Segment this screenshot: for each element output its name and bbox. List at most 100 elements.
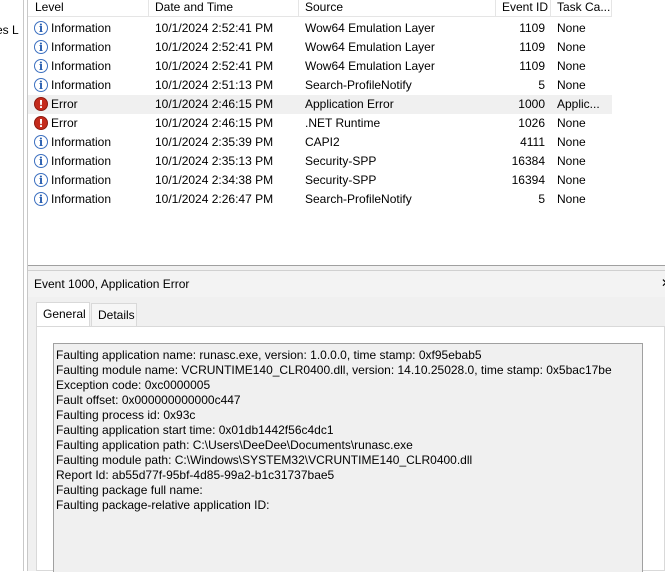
event-id: 1109 — [519, 21, 545, 35]
event-source: .NET Runtime — [305, 116, 381, 130]
event-row[interactable]: i Information 10/1/2024 2:52:41 PM Wow64 Em… — [28, 19, 612, 38]
event-task-category: None — [557, 40, 586, 54]
event-date: 10/1/2024 2:52:41 PM — [155, 21, 274, 35]
column-resize-handle[interactable] — [550, 0, 551, 16]
description-line: Faulting module path: C:\Windows\SYSTEM3… — [56, 453, 473, 467]
general-tab-panel: Faulting application name: runasc.exe, v… — [36, 326, 665, 572]
event-row[interactable]: i Information 10/1/2024 2:51:13 PM Search-P… — [28, 76, 612, 95]
event-source: Search-ProfileNotify — [305, 78, 412, 92]
details-title: Event 1000, Application Error — [34, 277, 190, 291]
column-source[interactable]: Source — [305, 0, 343, 15]
close-icon[interactable]: ✕ — [661, 276, 665, 290]
event-id: 1026 — [518, 116, 545, 130]
event-task-category: None — [557, 78, 586, 92]
event-row[interactable]: ! Error 10/1/2024 2:46:15 PM .NET Runtime 10… — [28, 114, 612, 133]
error-icon: ! — [34, 116, 48, 130]
details-header: Event 1000, Application Error ✕ — [28, 270, 665, 297]
event-task-category: None — [557, 116, 586, 130]
event-level: Information — [51, 154, 112, 168]
info-icon: i — [34, 173, 48, 187]
event-level: Information — [51, 59, 112, 73]
event-row[interactable]: i Information 10/1/2024 2:35:13 PM Security… — [28, 152, 612, 171]
column-event-id[interactable]: Event ID — [502, 0, 548, 15]
event-source: CAPI2 — [305, 135, 340, 149]
info-icon: i — [34, 135, 48, 149]
tab-details[interactable]: Details — [91, 303, 137, 326]
event-date: 10/1/2024 2:34:38 PM — [155, 173, 274, 187]
description-line: Fault offset: 0x000000000000c447 — [56, 393, 241, 407]
event-date: 10/1/2024 2:35:39 PM — [155, 135, 274, 149]
event-id: 16384 — [511, 154, 545, 168]
column-header: Level Date and Time Source Event ID Task… — [28, 0, 612, 17]
event-date: 10/1/2024 2:51:13 PM — [155, 78, 274, 92]
event-date: 10/1/2024 2:35:13 PM — [155, 154, 274, 168]
event-row[interactable]: i Information 10/1/2024 2:52:41 PM Wow64 Em… — [28, 38, 612, 57]
info-icon: i — [34, 59, 48, 73]
event-id: 16394 — [511, 173, 545, 187]
event-level: Information — [51, 40, 112, 54]
event-date: 10/1/2024 2:52:41 PM — [155, 40, 274, 54]
event-task-category: None — [557, 135, 586, 149]
event-row[interactable]: i Information 10/1/2024 2:34:38 PM Security… — [28, 171, 612, 190]
event-row[interactable]: i Information 10/1/2024 2:35:39 PM CAPI2 411… — [28, 133, 612, 152]
description-line: Exception code: 0xc0000005 — [56, 378, 211, 392]
column-task-category[interactable]: Task Ca... — [557, 0, 610, 15]
event-id: 5 — [538, 78, 545, 92]
event-level: Information — [51, 173, 112, 187]
event-level: Information — [51, 192, 112, 206]
event-task-category: None — [557, 173, 586, 187]
column-date[interactable]: Date and Time — [155, 0, 233, 15]
event-source: Security-SPP — [305, 154, 377, 168]
info-icon: i — [34, 154, 48, 168]
event-id: 1109 — [519, 40, 545, 54]
event-description[interactable]: Faulting application name: runasc.exe, v… — [53, 343, 643, 572]
event-id: 1109 — [519, 59, 545, 73]
column-resize-handle[interactable] — [298, 0, 299, 16]
navigation-pane-text[interactable]: es L — [0, 23, 19, 37]
error-icon: ! — [34, 97, 48, 111]
event-details-pane: Event 1000, Application Error ✕ General … — [28, 270, 665, 572]
event-task-category: None — [557, 59, 586, 73]
event-date: 10/1/2024 2:52:41 PM — [155, 59, 274, 73]
event-date: 10/1/2024 2:46:15 PM — [155, 116, 274, 130]
event-level: Information — [51, 78, 112, 92]
event-level: Error — [51, 116, 78, 130]
description-line: Faulting application start time: 0x01db1… — [56, 423, 334, 437]
event-date: 10/1/2024 2:46:15 PM — [155, 97, 274, 111]
description-line: Faulting package full name: — [56, 483, 203, 497]
event-task-category: None — [557, 21, 586, 35]
column-resize-handle[interactable] — [148, 0, 149, 16]
event-id: 1000 — [518, 97, 545, 111]
event-source: Security-SPP — [305, 173, 377, 187]
info-icon: i — [34, 21, 48, 35]
description-line: Faulting application name: runasc.exe, v… — [56, 348, 482, 362]
tab-general[interactable]: General — [36, 302, 90, 326]
navigation-pane: es L — [0, 0, 23, 571]
event-row[interactable]: ! Error 10/1/2024 2:46:15 PM Application Er… — [28, 95, 612, 114]
description-line: Faulting process id: 0x93c — [56, 408, 196, 422]
event-task-category: None — [557, 154, 586, 168]
event-date: 10/1/2024 2:26:47 PM — [155, 192, 274, 206]
event-id: 5 — [538, 192, 545, 206]
event-level: Information — [51, 21, 112, 35]
event-level: Information — [51, 135, 112, 149]
column-resize-handle[interactable] — [611, 0, 612, 16]
description-line: Report Id: ab55d77f-95bf-4d85-99a2-b1c31… — [56, 468, 335, 482]
column-resize-handle[interactable] — [495, 0, 496, 16]
info-icon: i — [34, 40, 48, 54]
event-source: Application Error — [305, 97, 394, 111]
description-line: Faulting package-relative application ID… — [56, 498, 270, 512]
event-row[interactable]: i Information 10/1/2024 2:26:47 PM Search-P… — [28, 190, 612, 209]
description-line: Faulting application path: C:\Users\DeeD… — [56, 438, 413, 452]
info-icon: i — [34, 192, 48, 206]
event-source: Search-ProfileNotify — [305, 192, 412, 206]
event-task-category: None — [557, 192, 586, 206]
column-level[interactable]: Level — [35, 0, 64, 15]
event-source: Wow64 Emulation Layer — [305, 59, 435, 73]
event-source: Wow64 Emulation Layer — [305, 40, 435, 54]
pane-divider[interactable] — [23, 0, 24, 571]
event-row[interactable]: i Information 10/1/2024 2:52:41 PM Wow64 Em… — [28, 57, 612, 76]
event-source: Wow64 Emulation Layer — [305, 21, 435, 35]
description-line: Faulting module name: VCRUNTIME140_CLR04… — [56, 363, 612, 377]
event-id: 4111 — [520, 135, 545, 149]
